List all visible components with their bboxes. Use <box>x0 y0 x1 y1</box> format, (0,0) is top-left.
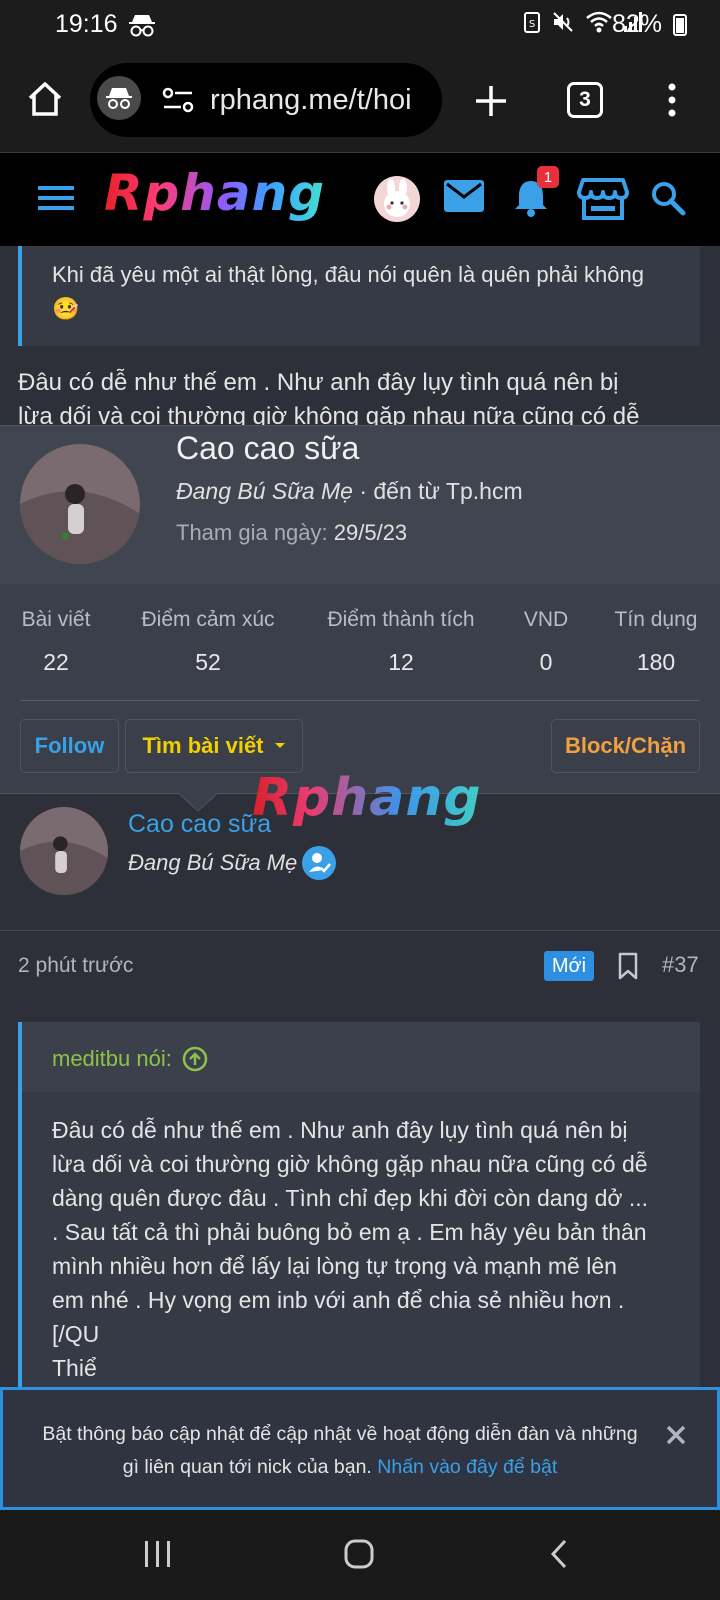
quote-line: [/QU <box>52 1321 100 1347</box>
back-icon[interactable] <box>548 1538 570 1570</box>
find-posts-button[interactable]: Tìm bài viết <box>125 719 303 773</box>
quote-body: Đâu có dễ như thế em . Như anh đây lụy t… <box>52 1113 692 1385</box>
search-icon[interactable] <box>650 180 686 216</box>
hamburger-menu-icon[interactable] <box>38 184 74 212</box>
member-avatar[interactable] <box>20 444 140 564</box>
member-name[interactable]: Cao cao sữa <box>176 430 359 467</box>
post-number[interactable]: #37 <box>662 952 699 978</box>
home-nav-icon[interactable] <box>343 1538 375 1570</box>
watermark-text: Rphang <box>252 768 482 828</box>
watermark-logo: Rphang <box>252 768 482 828</box>
stat-value[interactable]: 180 <box>606 649 706 676</box>
battery-percent: 82% <box>611 10 662 38</box>
stat-label: Điểm cảm xúc <box>141 608 275 631</box>
incognito-badge <box>97 76 141 120</box>
stat-value[interactable]: 52 <box>130 649 286 676</box>
arrow-up-circle-icon[interactable] <box>182 1046 208 1072</box>
incognito-icon <box>106 88 132 109</box>
post-author-name[interactable]: Cao cao sữa <box>128 810 271 839</box>
quote-line: Đâu có dễ như thế em . Như anh đây lụy t… <box>52 1117 628 1143</box>
photo-child-icon <box>20 807 108 895</box>
stat-label: Bài viết <box>21 608 91 631</box>
quote-line: lừa dối và coi thường giờ không gặp nhau… <box>52 1151 648 1177</box>
follow-button[interactable]: Follow <box>20 719 119 773</box>
notification-line: Bật thông báo cập nhật để cập nhật về ho… <box>42 1423 638 1445</box>
member-title-row: Đang Bú Sữa Mẹ · đến từ Tp.hcm <box>176 478 523 505</box>
stat-value[interactable]: 12 <box>316 649 486 676</box>
new-tab-icon[interactable] <box>474 84 508 118</box>
divider <box>20 700 700 701</box>
data-saver-icon: S <box>524 12 540 33</box>
stat-value[interactable]: 0 <box>510 649 582 676</box>
quote-line: mình nhiều hơn để lấy lại lòng tự trọng … <box>52 1253 617 1279</box>
status-bar: 19:16 S 82% <box>0 0 720 50</box>
enable-notifications-link[interactable]: Nhấn vào đây để bật <box>377 1456 557 1478</box>
stat-value[interactable]: 22 <box>8 649 104 676</box>
svg-text:S: S <box>529 19 535 30</box>
user-check-glyph <box>309 853 331 873</box>
quote-line: . Sau tất cả thì phải buông bỏ em ạ . Em… <box>52 1219 647 1245</box>
quote-line: em nhé . Hy vọng em inb với anh để chia … <box>52 1287 625 1313</box>
quote-text: Khi đã yêu một ai thật lòng, đâu nói quê… <box>52 262 645 321</box>
member-tooltip-card: Cao cao sữa Đang Bú Sữa Mẹ · đến từ Tp.h… <box>0 425 720 794</box>
stat-label: VND <box>523 608 569 631</box>
post-body-line: lừa dối và coi thường giờ không gặp nhau… <box>18 403 640 425</box>
post-author-avatar[interactable] <box>20 807 108 895</box>
close-icon[interactable] <box>666 1425 686 1445</box>
tab-switcher-button[interactable]: 3 <box>567 82 603 118</box>
notification-text: Bật thông báo cập nhật để cập nhật về ho… <box>20 1418 660 1484</box>
status-time: 19:16 <box>55 10 118 38</box>
quote-line: dàng quên được đâu . Tình chỉ đẹp khi đờ… <box>52 1185 649 1211</box>
home-icon[interactable] <box>26 80 64 118</box>
caret-down-icon <box>274 743 285 748</box>
stat-label: Điểm thành tích <box>327 608 475 631</box>
store-icon[interactable] <box>577 176 629 222</box>
mail-icon[interactable] <box>444 180 484 212</box>
bookmark-icon[interactable] <box>618 952 638 980</box>
notification-badge: 1 <box>537 166 559 188</box>
site-logo[interactable]: Rphang <box>104 164 325 222</box>
post-body-line: Đâu có dễ như thế em . Như anh đây lụy t… <box>18 369 619 396</box>
incognito-icon <box>129 15 155 37</box>
battery-icon <box>673 14 687 36</box>
divider <box>0 930 720 931</box>
joined-value: 29/5/23 <box>333 520 408 545</box>
photo-child-icon <box>20 444 140 564</box>
more-menu-icon[interactable] <box>666 82 678 118</box>
quote-author-name: meditbu nói: <box>52 1046 172 1071</box>
url-text[interactable]: rphang.me/t/hoi <box>210 84 432 117</box>
notification-line: gì liên quan tới nick của bạn. <box>122 1456 372 1478</box>
member-user-title: Đang Bú Sữa Mẹ <box>176 478 353 504</box>
quote-line: Thiể <box>52 1355 97 1381</box>
member-location: · đến từ Tp.hcm <box>359 478 523 504</box>
logo-text: Rphang <box>104 164 326 222</box>
post-user-title: Đang Bú Sữa Mẹ <box>128 850 298 875</box>
block-button[interactable]: Block/Chặn <box>551 719 700 773</box>
joined-label: Tham gia ngày: <box>176 520 328 545</box>
recent-apps-icon[interactable] <box>142 1539 174 1569</box>
verified-user-icon <box>302 846 336 880</box>
stat-label: Tín dụng <box>614 608 698 631</box>
bunny-avatar-icon <box>384 179 410 217</box>
member-joined: Tham gia ngày: 29/5/23 <box>176 520 407 546</box>
mute-icon <box>553 12 573 32</box>
quote-author[interactable]: meditbu nói: <box>52 1046 208 1072</box>
site-settings-icon[interactable] <box>162 86 194 114</box>
wifi-icon <box>586 11 612 33</box>
user-avatar[interactable] <box>374 176 420 222</box>
new-badge: Mới <box>544 951 594 981</box>
find-posts-label: Tìm bài viết <box>142 733 264 758</box>
post-time[interactable]: 2 phút trước <box>18 954 133 978</box>
